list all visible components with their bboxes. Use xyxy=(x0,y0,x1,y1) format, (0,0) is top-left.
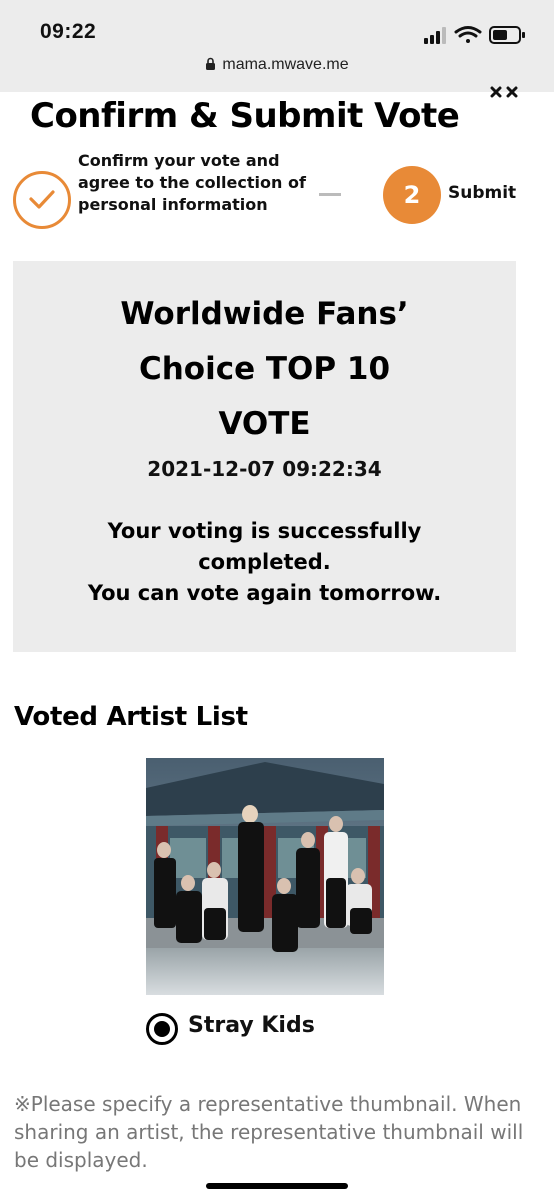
wifi-icon xyxy=(454,26,482,43)
artist-name: Stray Kids xyxy=(188,1013,315,1038)
status-time: 09:22 xyxy=(40,20,97,43)
artist-photo-image xyxy=(146,758,384,995)
radio-selected-dot xyxy=(154,1021,170,1037)
vote-timestamp: 2021-12-07 09:22:34 xyxy=(147,457,382,481)
signal-icon xyxy=(424,27,446,44)
message-line-3: You can vote again tomorrow. xyxy=(87,581,442,605)
vote-category-title: Worldwide Fans’ Choice TOP 10 VOTE xyxy=(13,287,516,452)
step-divider xyxy=(319,193,341,196)
close-icon[interactable] xyxy=(490,86,520,98)
vote-success-message: Your voting is successfully completed. Y… xyxy=(13,516,516,609)
vote-title-line-1: Worldwide Fans’ xyxy=(120,296,409,332)
page-title: Confirm & Submit Vote xyxy=(30,96,460,136)
vote-title-line-2: Choice TOP 10 xyxy=(138,351,391,387)
browser-status-bar: 09:22 mama.mwave.me xyxy=(0,0,554,92)
lock-icon xyxy=(206,57,216,70)
battery-icon xyxy=(489,26,525,44)
vote-title-line-3: VOTE xyxy=(218,406,311,442)
status-icons xyxy=(424,26,525,44)
message-line-1: Your voting is successfully xyxy=(107,519,422,543)
message-line-2: completed. xyxy=(198,550,331,574)
thumbnail-note: ※Please specify a representative thumbna… xyxy=(14,1092,524,1172)
check-icon xyxy=(29,190,55,209)
voted-artist-list-title: Voted Artist List xyxy=(14,702,248,732)
step-1-label: Confirm your vote and agree to the colle… xyxy=(78,151,306,214)
step-1-indicator xyxy=(13,171,71,229)
step-2-indicator: 2 xyxy=(383,166,441,224)
artist-thumbnail[interactable] xyxy=(146,758,384,995)
address-bar[interactable]: mama.mwave.me xyxy=(0,56,554,74)
vote-result-panel: Worldwide Fans’ Choice TOP 10 VOTE 2021-… xyxy=(13,261,516,652)
url-text: mama.mwave.me xyxy=(222,56,349,73)
home-indicator xyxy=(206,1183,348,1189)
artist-radio-selected[interactable] xyxy=(146,1013,178,1045)
step-2-label: Submit xyxy=(448,183,517,203)
